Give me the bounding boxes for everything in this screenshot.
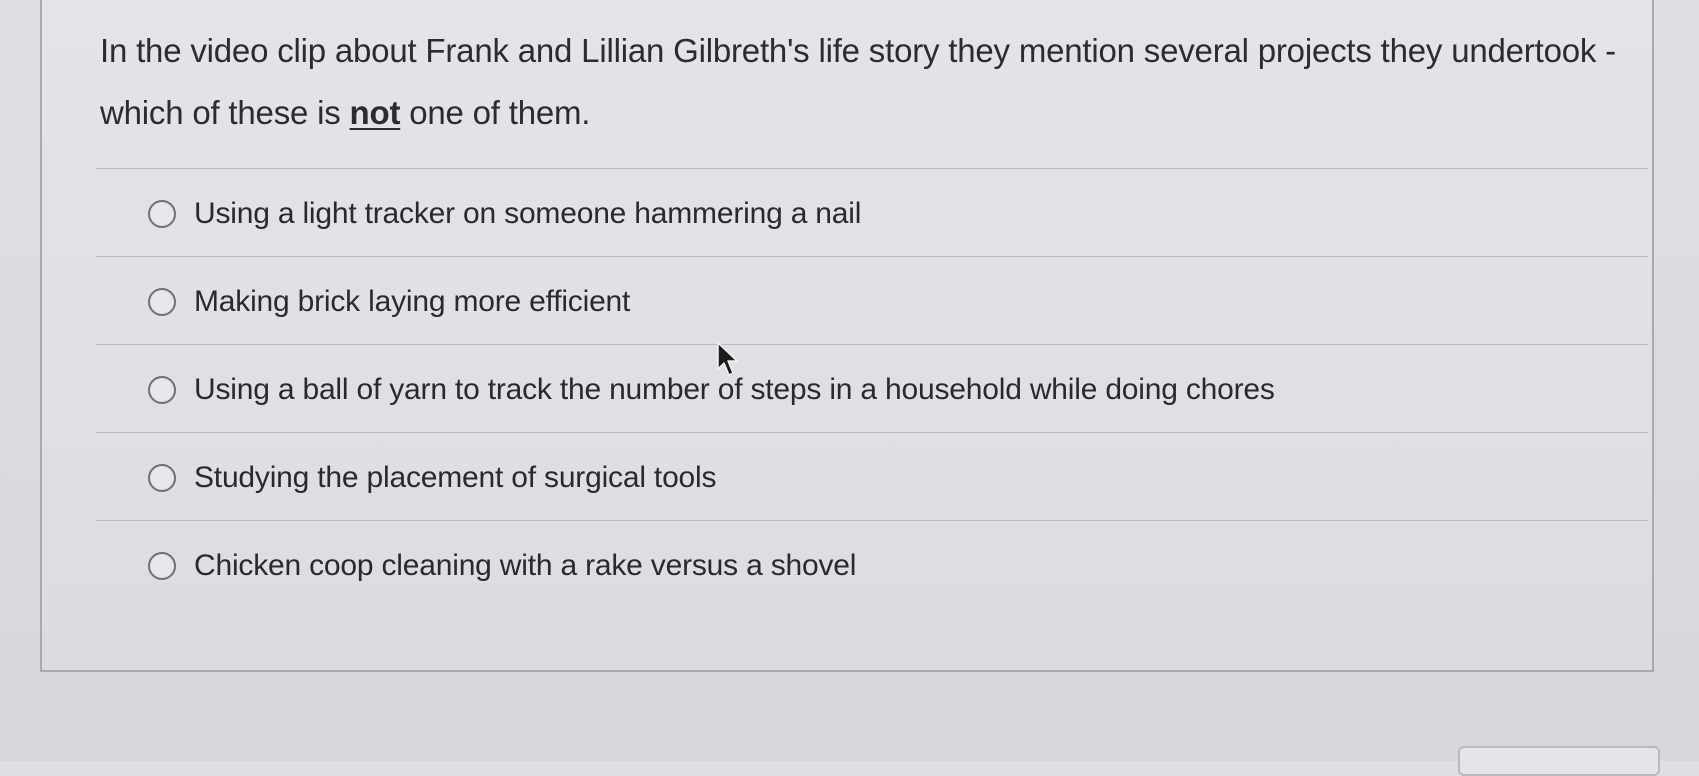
option-light-tracker[interactable]: Using a light tracker on someone hammeri… [98, 174, 1648, 254]
option-surgical-tools[interactable]: Studying the placement of surgical tools [98, 438, 1648, 518]
divider [96, 344, 1648, 345]
divider [96, 432, 1648, 433]
question-card: In the video clip about Frank and Lillia… [40, 0, 1654, 672]
option-brick-laying[interactable]: Making brick laying more efficient [98, 262, 1648, 342]
option-label: Chicken coop cleaning with a rake versus… [194, 549, 857, 582]
option-chicken-coop[interactable]: Chicken coop cleaning with a rake versus… [98, 526, 1648, 606]
radio-button-icon[interactable] [148, 288, 176, 316]
next-button[interactable] [1458, 746, 1660, 776]
question-emphasis-not: not [349, 94, 401, 131]
radio-button-icon[interactable] [148, 552, 176, 580]
mouse-pointer-icon [717, 342, 738, 376]
option-label: Making brick laying more efficient [194, 285, 631, 318]
option-label: Using a light tracker on someone hammeri… [194, 197, 862, 230]
divider [96, 168, 1648, 169]
question-text-start: In the video clip about Frank and Lillia… [100, 32, 1616, 131]
radio-button-icon[interactable] [148, 200, 176, 228]
divider [96, 520, 1648, 521]
option-label: Studying the placement of surgical tools [194, 461, 717, 494]
question-text-end: one of them. [400, 94, 591, 131]
radio-button-icon[interactable] [148, 464, 176, 492]
divider [96, 256, 1648, 257]
question-text: In the video clip about Frank and Lillia… [100, 20, 1640, 144]
option-ball-of-yarn[interactable]: Using a ball of yarn to track the number… [98, 350, 1648, 430]
radio-button-icon[interactable] [148, 376, 176, 404]
